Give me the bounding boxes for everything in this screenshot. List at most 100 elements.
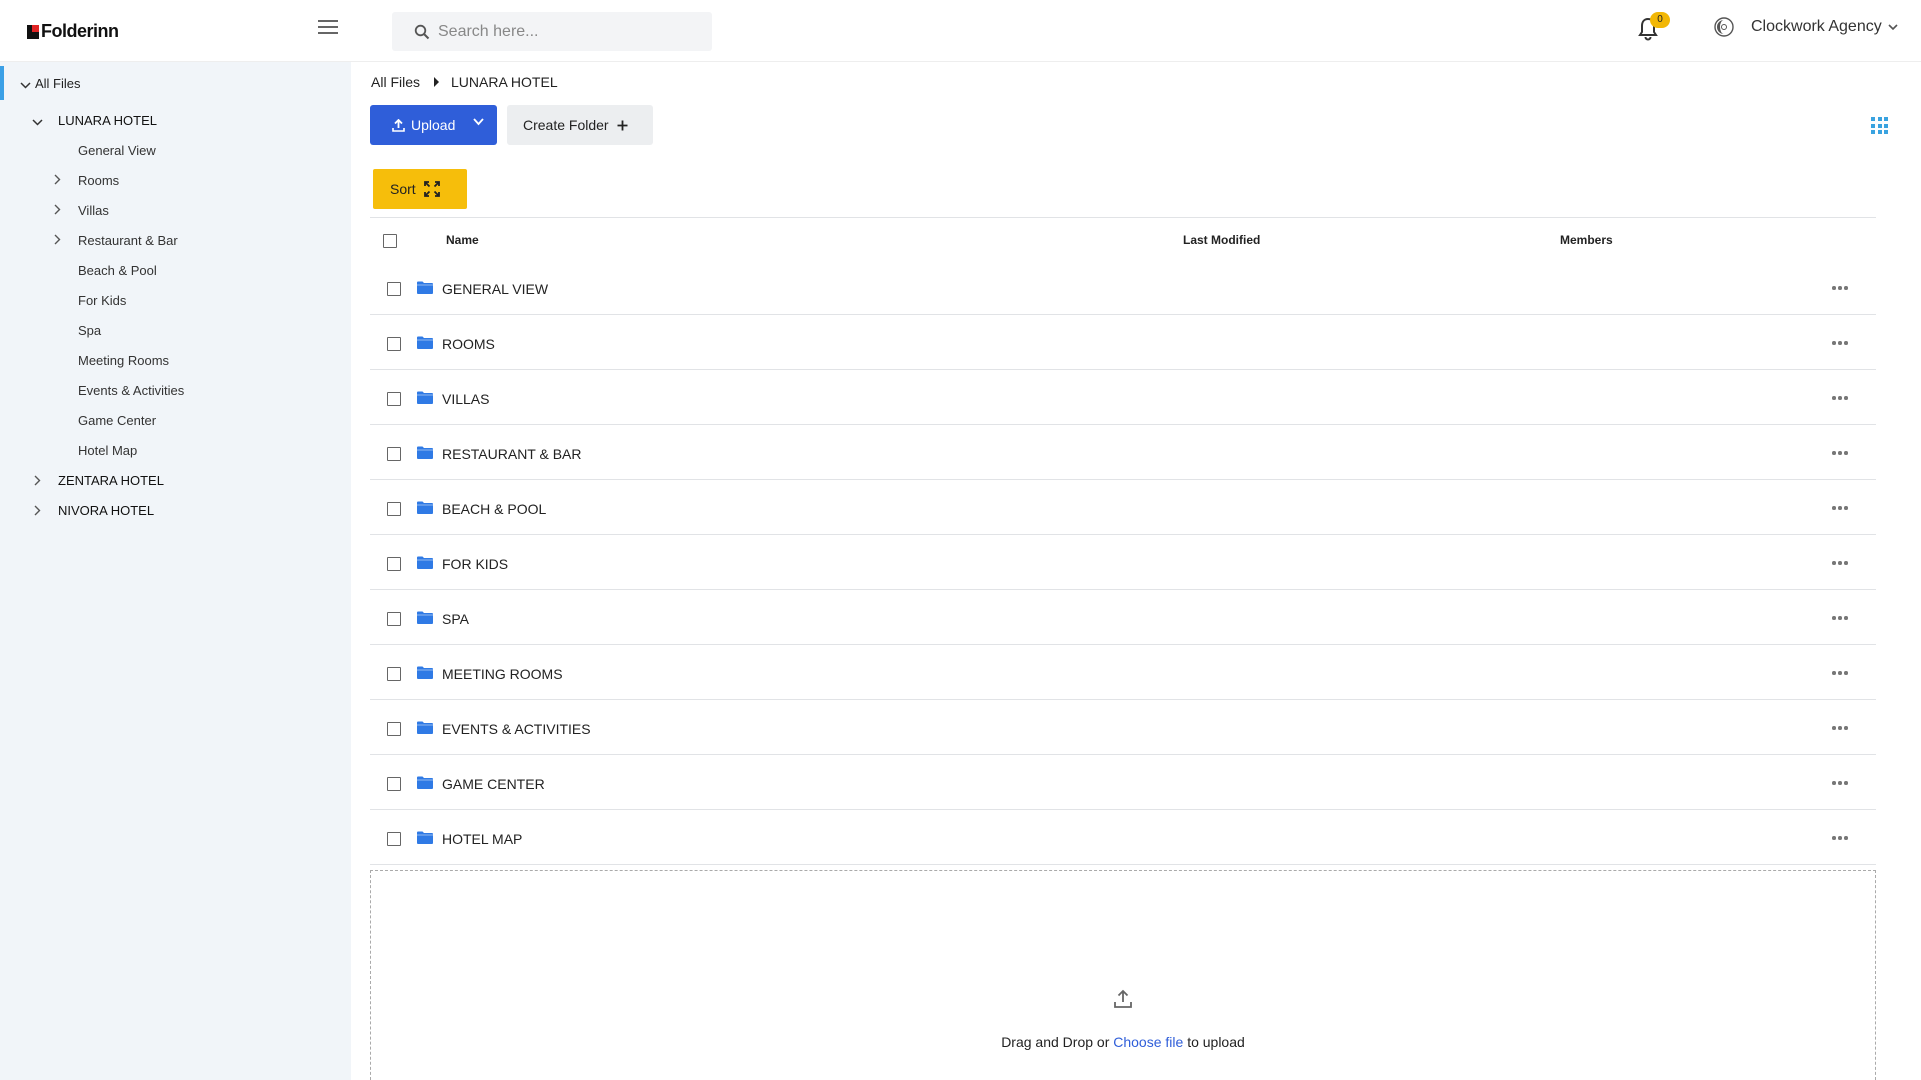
- dropzone-text: Drag and Drop or Choose file to upload: [371, 1034, 1875, 1050]
- logo-mark-icon: [27, 24, 39, 39]
- tree-item-lunara-hotel[interactable]: LUNARA HOTEL: [58, 113, 157, 128]
- folder-name: EVENTS & ACTIVITIES: [442, 721, 591, 737]
- tree-root-all-files[interactable]: All Files: [0, 66, 351, 100]
- upload-icon: [392, 118, 405, 132]
- tree-item-spa[interactable]: Spa: [78, 323, 101, 338]
- tree-item-restaurant-bar[interactable]: Restaurant & Bar: [78, 233, 178, 248]
- tree-item-meeting-rooms[interactable]: Meeting Rooms: [78, 353, 169, 368]
- tree-item-events-activities[interactable]: Events & Activities: [78, 383, 184, 398]
- folder-name: ROOMS: [442, 336, 495, 352]
- tree-item-general-view[interactable]: General View: [78, 143, 156, 158]
- chevron-right-icon[interactable]: [54, 204, 61, 215]
- folder-icon: [417, 501, 433, 514]
- row-checkbox[interactable]: [387, 282, 401, 296]
- row-checkbox[interactable]: [387, 612, 401, 626]
- chevron-down-icon: [1888, 23, 1898, 30]
- more-options-icon[interactable]: [1832, 726, 1850, 730]
- breadcrumb-current: LUNARA HOTEL: [451, 74, 558, 90]
- more-options-icon[interactable]: [1832, 561, 1850, 565]
- row-checkbox[interactable]: [387, 392, 401, 406]
- folder-name: GAME CENTER: [442, 776, 545, 792]
- row-checkbox[interactable]: [387, 447, 401, 461]
- tree-item-villas[interactable]: Villas: [78, 203, 109, 218]
- create-folder-label: Create Folder: [523, 117, 609, 133]
- chevron-down-icon[interactable]: [473, 118, 484, 126]
- breadcrumb-all-files[interactable]: All Files: [371, 74, 420, 90]
- chevron-down-icon: [20, 82, 31, 89]
- column-header-last-modified[interactable]: Last Modified: [1183, 233, 1260, 247]
- folder-tree-sidebar: All Files LUNARA HOTEL General View Room…: [0, 62, 351, 1080]
- top-header: Folderinn 0 Clockwork Agency: [0, 0, 1921, 62]
- row-checkbox[interactable]: [387, 337, 401, 351]
- breadcrumb-separator-icon: [434, 77, 440, 87]
- tree-item-game-center[interactable]: Game Center: [78, 413, 156, 428]
- search-icon: [414, 24, 430, 39]
- more-options-icon[interactable]: [1832, 671, 1850, 675]
- folder-icon: [417, 446, 433, 459]
- chevron-right-icon[interactable]: [54, 174, 61, 185]
- folder-row[interactable]: EVENTS & ACTIVITIES: [370, 700, 1876, 755]
- row-checkbox[interactable]: [387, 722, 401, 736]
- tree-item-zentara-hotel[interactable]: ZENTARA HOTEL: [58, 473, 164, 488]
- folder-name: MEETING ROOMS: [442, 666, 563, 682]
- create-folder-button[interactable]: Create Folder: [507, 105, 653, 145]
- folder-row[interactable]: GENERAL VIEW: [370, 260, 1876, 315]
- search-input[interactable]: [438, 22, 678, 41]
- tree-item-for-kids[interactable]: For Kids: [78, 293, 126, 308]
- choose-file-link[interactable]: Choose file: [1113, 1034, 1183, 1050]
- sort-button-label: Sort: [390, 181, 416, 197]
- folder-row[interactable]: RESTAURANT & BAR: [370, 425, 1876, 480]
- row-checkbox[interactable]: [387, 667, 401, 681]
- upload-dropzone[interactable]: Drag and Drop or Choose file to upload: [370, 870, 1876, 1080]
- more-options-icon[interactable]: [1832, 616, 1850, 620]
- more-options-icon[interactable]: [1832, 781, 1850, 785]
- row-checkbox[interactable]: [387, 832, 401, 846]
- search-box: [392, 12, 712, 51]
- grid-view-icon[interactable]: [1871, 117, 1888, 134]
- more-options-icon[interactable]: [1832, 506, 1850, 510]
- column-header-name[interactable]: Name: [446, 233, 479, 247]
- folder-icon: [417, 556, 433, 569]
- row-checkbox[interactable]: [387, 502, 401, 516]
- expand-arrows-icon: [423, 181, 440, 197]
- chevron-down-icon[interactable]: [32, 119, 43, 126]
- folder-icon: [417, 391, 433, 404]
- more-options-icon[interactable]: [1832, 396, 1850, 400]
- more-options-icon[interactable]: [1832, 836, 1850, 840]
- folder-row[interactable]: GAME CENTER: [370, 755, 1876, 810]
- folder-row[interactable]: ROOMS: [370, 315, 1876, 370]
- select-all-checkbox[interactable]: [383, 234, 397, 248]
- folder-icon: [417, 666, 433, 679]
- folder-row[interactable]: SPA: [370, 590, 1876, 645]
- chevron-right-icon[interactable]: [54, 234, 61, 245]
- folder-row[interactable]: VILLAS: [370, 370, 1876, 425]
- row-checkbox[interactable]: [387, 777, 401, 791]
- sort-button[interactable]: Sort: [373, 169, 467, 209]
- chevron-right-icon[interactable]: [34, 475, 41, 486]
- folder-row[interactable]: BEACH & POOL: [370, 480, 1876, 535]
- tree-item-nivora-hotel[interactable]: NIVORA HOTEL: [58, 503, 154, 518]
- upload-button[interactable]: Upload: [370, 105, 497, 145]
- more-options-icon[interactable]: [1832, 286, 1850, 290]
- account-menu[interactable]: Clockwork Agency: [1751, 18, 1898, 36]
- column-header-members[interactable]: Members: [1560, 233, 1613, 247]
- row-checkbox[interactable]: [387, 557, 401, 571]
- folder-row[interactable]: FOR KIDS: [370, 535, 1876, 590]
- menu-toggle-icon[interactable]: [318, 20, 338, 36]
- folder-icon: [417, 721, 433, 734]
- more-options-icon[interactable]: [1832, 341, 1850, 345]
- dropzone-text-before: Drag and Drop or: [1001, 1034, 1110, 1050]
- table-divider: [370, 217, 1876, 218]
- folder-row[interactable]: MEETING ROOMS: [370, 645, 1876, 700]
- folder-icon: [417, 611, 433, 624]
- folder-name: GENERAL VIEW: [442, 281, 549, 297]
- more-options-icon[interactable]: [1832, 451, 1850, 455]
- tree-item-hotel-map[interactable]: Hotel Map: [78, 443, 137, 458]
- folder-name: RESTAURANT & BAR: [442, 446, 582, 462]
- chevron-right-icon[interactable]: [34, 505, 41, 516]
- app-logo[interactable]: Folderinn: [27, 21, 119, 42]
- tree-item-rooms[interactable]: Rooms: [78, 173, 119, 188]
- folder-icon: [417, 281, 433, 294]
- folder-row[interactable]: HOTEL MAP: [370, 810, 1876, 865]
- tree-item-beach-pool[interactable]: Beach & Pool: [78, 263, 157, 278]
